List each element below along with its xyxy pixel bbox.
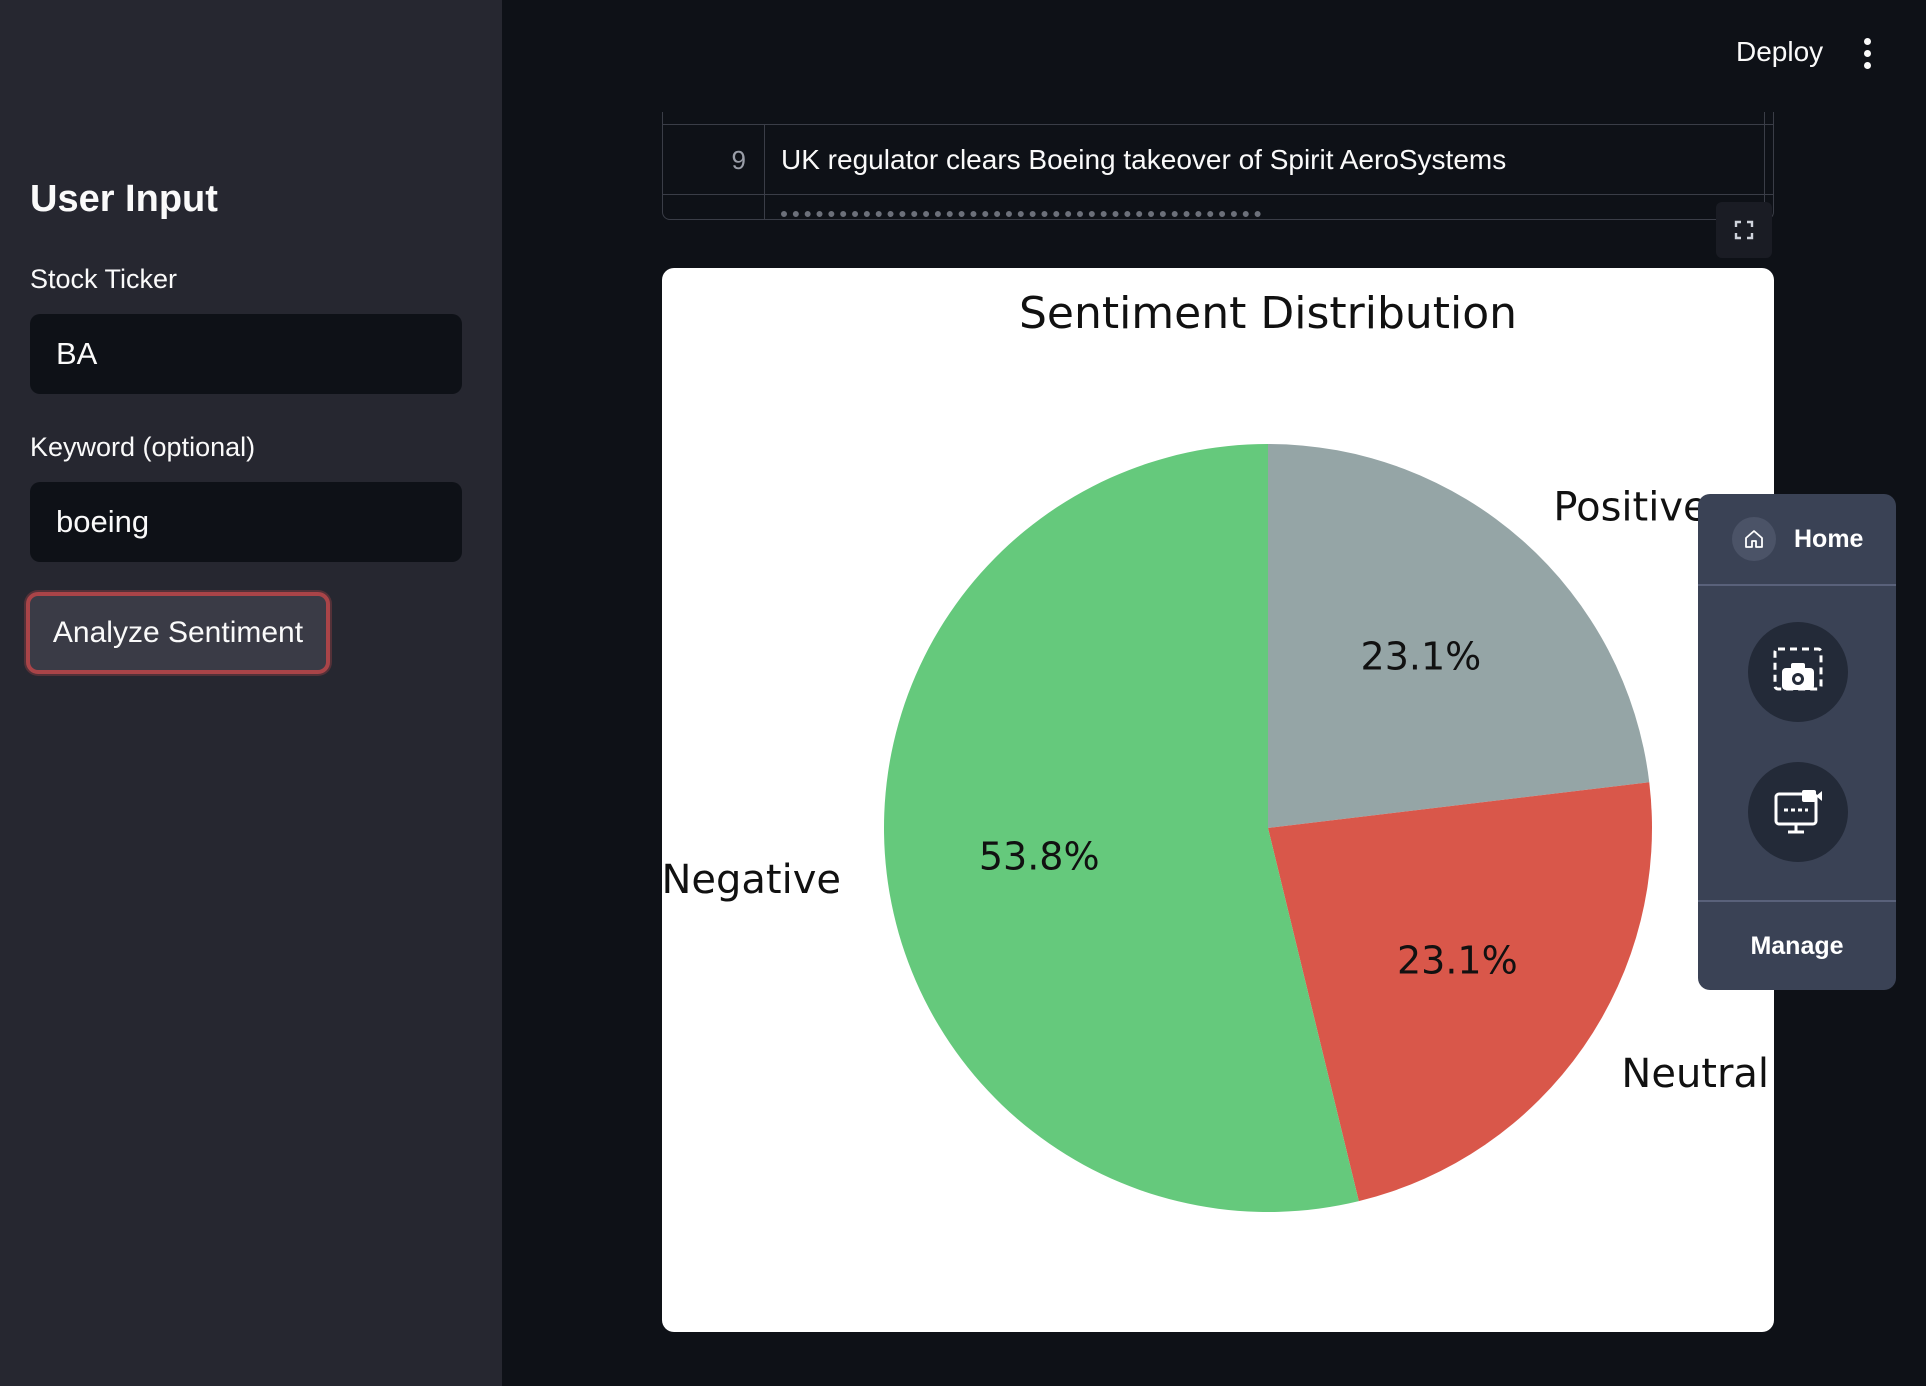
fullscreen-icon[interactable] xyxy=(1716,202,1772,258)
table-row-partial xyxy=(663,194,1773,219)
manage-button[interactable]: Manage xyxy=(1698,932,1896,961)
deploy-button[interactable]: Deploy xyxy=(1736,36,1823,68)
chart-title: Sentiment Distribution xyxy=(1019,288,1517,339)
panel-divider xyxy=(1698,900,1896,902)
headlines-table[interactable]: 9 UK regulator clears Boeing takeover of… xyxy=(662,112,1774,220)
pie-category-label-neutral: Neutral xyxy=(1621,1051,1769,1097)
stock-ticker-value: BA xyxy=(56,336,98,371)
home-button[interactable]: Home xyxy=(1698,494,1896,584)
panel-divider xyxy=(1698,584,1896,586)
pie-pct-label-positive: 23.1% xyxy=(1361,635,1482,679)
home-label: Home xyxy=(1794,524,1864,553)
floating-tools-panel: Home Manage xyxy=(1698,494,1896,990)
row-index: 9 xyxy=(663,125,765,195)
sidebar-title: User Input xyxy=(30,178,218,220)
pie-pct-label-negative: 53.8% xyxy=(979,834,1100,878)
pie-category-label-positive: Positive xyxy=(1553,484,1707,530)
stock-ticker-input[interactable]: BA xyxy=(30,314,462,394)
home-icon xyxy=(1732,517,1776,561)
table-row: 9 UK regulator clears Boeing takeover of… xyxy=(663,124,1773,195)
pie-pct-label-neutral: 23.1% xyxy=(1397,938,1518,982)
row-headline: UK regulator clears Boeing takeover of S… xyxy=(781,144,1507,175)
analyze-sentiment-button[interactable]: Analyze Sentiment xyxy=(26,592,330,674)
sentiment-chart: Sentiment Distribution 23.1% Positive 23.1… xyxy=(662,268,1774,1332)
screen-record-icon[interactable] xyxy=(1748,762,1848,862)
keyword-value: boeing xyxy=(56,504,150,539)
keyword-input[interactable]: boeing xyxy=(30,482,462,562)
camera-capture-icon[interactable] xyxy=(1748,622,1848,722)
sidebar: User Input Stock Ticker BA Keyword (opti… xyxy=(0,0,502,1386)
pie-chart-svg: Sentiment Distribution 23.1% Positive 23.1… xyxy=(662,288,1769,1212)
keyword-label: Keyword (optional) xyxy=(30,432,256,462)
stock-ticker-label: Stock Ticker xyxy=(30,264,178,294)
pie-category-label-negative: Negative xyxy=(662,857,841,903)
kebab-menu-icon[interactable] xyxy=(1862,38,1872,72)
